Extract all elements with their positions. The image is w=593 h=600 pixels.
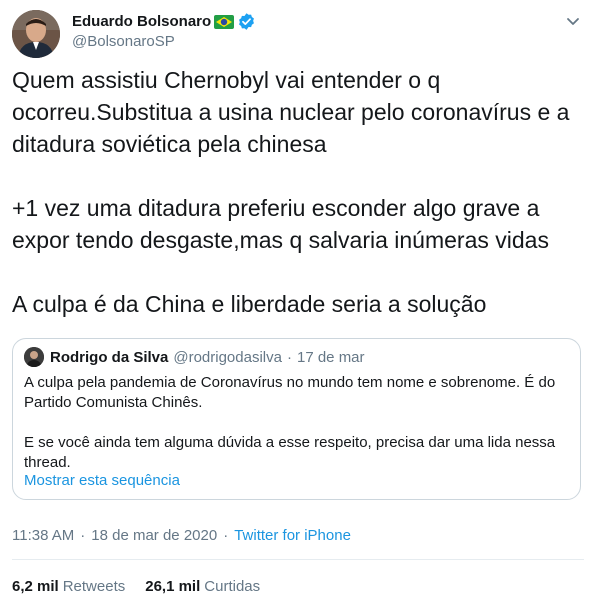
quoted-date: 17 de mar <box>296 348 365 366</box>
retweets-stat[interactable]: 6,2 mil Retweets <box>12 578 125 595</box>
brazil-flag-icon <box>214 14 235 29</box>
quoted-header: Rodrigo da Silva @rodrigodasilva · 17 de… <box>24 347 365 367</box>
meta-separator: · <box>80 527 86 544</box>
quoted-text: A culpa pela pandemia de Coronavírus no … <box>24 373 564 473</box>
quoted-author-name: Rodrigo da Silva <box>50 348 169 366</box>
quoted-paragraph: E se você ainda tem alguma dúvida a esse… <box>24 434 556 471</box>
show-thread-link[interactable]: Mostrar esta sequência <box>24 472 180 489</box>
likes-label: Curtidas <box>204 578 261 595</box>
tweet-stats: 6,2 mil Retweets 26,1 mil Curtidas <box>12 578 280 595</box>
author-handle[interactable]: @BolsonaroSP <box>72 33 175 50</box>
tweet-source[interactable]: Twitter for iPhone <box>234 527 351 544</box>
quoted-paragraph: A culpa pela pandemia de Coronavírus no … <box>24 374 556 411</box>
verified-badge-icon <box>237 12 256 31</box>
tweet-date[interactable]: 18 de mar de 2020 <box>91 527 217 544</box>
tweet-text: Quem assistiu Chernobyl vai entender o q… <box>12 64 584 320</box>
author-name[interactable]: Eduardo Bolsonaro <box>72 13 211 30</box>
retweets-count: 6,2 mil <box>12 578 59 595</box>
tweet-paragraph: +1 vez uma ditadura preferiu esconder al… <box>12 195 549 253</box>
quoted-author-handle: @rodrigodasilva <box>173 348 282 366</box>
divider <box>12 559 584 560</box>
tweet-paragraph: A culpa é da China e liberdade seria a s… <box>12 291 487 317</box>
author-name-row: Eduardo Bolsonaro <box>72 12 256 31</box>
quoted-avatar <box>24 347 44 367</box>
chevron-down-icon[interactable] <box>562 10 584 32</box>
tweet-meta: 11:38 AM · 18 de mar de 2020 · Twitter f… <box>12 527 351 544</box>
author-avatar[interactable] <box>12 10 60 58</box>
likes-count: 26,1 mil <box>145 578 201 595</box>
likes-stat[interactable]: 26,1 mil Curtidas <box>145 578 260 595</box>
tweet-time[interactable]: 11:38 AM <box>12 527 74 544</box>
retweets-label: Retweets <box>62 578 126 595</box>
tweet-paragraph: Quem assistiu Chernobyl vai entender o q… <box>12 67 570 157</box>
meta-separator: · <box>223 527 229 544</box>
quoted-separator: · <box>286 348 292 366</box>
quoted-tweet[interactable]: Rodrigo da Silva @rodrigodasilva · 17 de… <box>12 338 581 500</box>
tweet-card: Eduardo Bolsonaro @BolsonaroSP Quem assi… <box>0 0 593 600</box>
